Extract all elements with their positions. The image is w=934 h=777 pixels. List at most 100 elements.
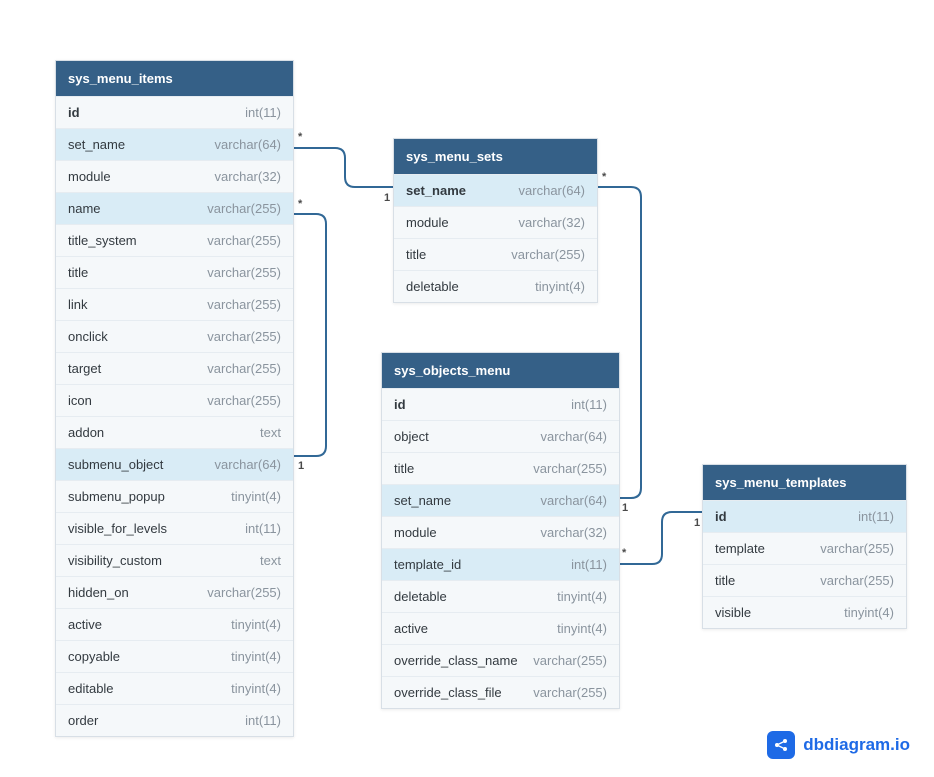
table-row: modulevarchar(32): [382, 516, 619, 548]
column-name: visible_for_levels: [68, 521, 167, 536]
column-type: varchar(255): [207, 393, 281, 408]
table-row: set_name varchar(64): [382, 484, 619, 516]
column-name: title: [715, 573, 735, 588]
card-one-3: 1: [622, 502, 628, 514]
column-type: varchar(64): [215, 137, 281, 152]
table-sys-objects-menu: sys_objects_menu id int(11) object varchar(…: [381, 352, 620, 709]
table-row: override_class_file varchar(255): [382, 676, 619, 708]
column-name: template_id: [394, 557, 461, 572]
column-type: tinyint(4): [535, 279, 585, 294]
table-row: copyabletinyint(4): [56, 640, 293, 672]
column-type: varchar(255): [820, 573, 894, 588]
table-row: visibletinyint(4): [703, 596, 906, 628]
column-type: tinyint(4): [231, 681, 281, 696]
column-name: visibility_custom: [68, 553, 162, 568]
column-type: varchar(64): [215, 457, 281, 472]
column-name: name: [68, 201, 101, 216]
column-name: id: [715, 509, 727, 524]
column-name: set_name: [68, 137, 125, 152]
column-type: int(11): [245, 105, 281, 120]
table-row: title varchar(255): [382, 452, 619, 484]
column-name: addon: [68, 425, 104, 440]
column-name: id: [394, 397, 406, 412]
column-name: title_system: [68, 233, 137, 248]
column-name: submenu_popup: [68, 489, 165, 504]
column-type: varchar(255): [533, 461, 607, 476]
column-type: tinyint(4): [557, 621, 607, 636]
table-row: iconvarchar(255): [56, 384, 293, 416]
table-row: orderint(11): [56, 704, 293, 736]
table-body: id int(11) object varchar(64) title varchar(2…: [382, 388, 619, 708]
column-type: int(11): [571, 397, 607, 412]
column-type: varchar(255): [207, 265, 281, 280]
table-body: id int(11) template varchar(255) title varcha…: [703, 500, 906, 628]
column-name: title: [394, 461, 414, 476]
table-header: sys_menu_sets: [394, 139, 597, 174]
table-header: sys_menu_items: [56, 61, 293, 96]
table-sys-menu-sets: sys_menu_sets set_namevarchar(64)module v…: [393, 138, 598, 303]
column-type: varchar(64): [541, 493, 607, 508]
table-sys-menu-templates: sys_menu_templates id int(11) template varc…: [702, 464, 907, 629]
column-type: text: [260, 553, 281, 568]
column-type: tinyint(4): [557, 589, 607, 604]
card-one-4: 1: [694, 517, 700, 529]
column-name: hidden_on: [68, 585, 129, 600]
table-row: editable tinyint(4): [56, 672, 293, 704]
column-name: copyable: [68, 649, 120, 664]
card-star-2: *: [298, 198, 302, 210]
table-row: targetvarchar(255): [56, 352, 293, 384]
column-name: id: [68, 105, 80, 120]
table-row: addontext: [56, 416, 293, 448]
column-name: title: [68, 265, 88, 280]
table-header: sys_menu_templates: [703, 465, 906, 500]
column-type: varchar(255): [820, 541, 894, 556]
table-row: template varchar(255): [703, 532, 906, 564]
share-icon: [767, 731, 795, 759]
table-row: id int(11): [56, 96, 293, 128]
table-row: set_namevarchar(64): [394, 174, 597, 206]
column-type: tinyint(4): [231, 617, 281, 632]
brand: dbdiagram.io: [767, 731, 910, 759]
table-row: deletable tinyint(4): [394, 270, 597, 302]
table-body: id int(11) set_name varchar(64) module varcha…: [56, 96, 293, 736]
column-type: varchar(64): [541, 429, 607, 444]
column-type: varchar(32): [215, 169, 281, 184]
column-name: override_class_file: [394, 685, 502, 700]
column-name: editable: [68, 681, 114, 696]
table-header: sys_objects_menu: [382, 353, 619, 388]
table-row: deletabletinyint(4): [382, 580, 619, 612]
column-name: submenu_object: [68, 457, 163, 472]
table-row: object varchar(64): [382, 420, 619, 452]
card-star-1: *: [298, 131, 302, 143]
table-row: title_system varchar(255): [56, 224, 293, 256]
column-type: int(11): [245, 521, 281, 536]
column-name: module: [68, 169, 111, 184]
column-type: tinyint(4): [844, 605, 894, 620]
column-type: varchar(32): [519, 215, 585, 230]
column-type: varchar(255): [207, 329, 281, 344]
table-row: set_name varchar(64): [56, 128, 293, 160]
table-sys-menu-items: sys_menu_items id int(11) set_name varchar(…: [55, 60, 294, 737]
column-name: module: [406, 215, 449, 230]
column-name: template: [715, 541, 765, 556]
column-type: tinyint(4): [231, 489, 281, 504]
column-name: object: [394, 429, 429, 444]
column-name: deletable: [406, 279, 459, 294]
table-row: id int(11): [382, 388, 619, 420]
column-type: varchar(255): [207, 233, 281, 248]
column-type: int(11): [858, 509, 894, 524]
column-name: module: [394, 525, 437, 540]
column-name: target: [68, 361, 101, 376]
table-row: onclickvarchar(255): [56, 320, 293, 352]
column-type: varchar(255): [533, 685, 607, 700]
column-name: order: [68, 713, 98, 728]
column-name: title: [406, 247, 426, 262]
column-type: varchar(255): [511, 247, 585, 262]
column-type: varchar(255): [533, 653, 607, 668]
column-type: int(11): [571, 557, 607, 572]
table-row: activetinyint(4): [382, 612, 619, 644]
column-type: varchar(255): [207, 297, 281, 312]
table-row: linkvarchar(255): [56, 288, 293, 320]
table-row: title varchar(255): [56, 256, 293, 288]
column-name: set_name: [394, 493, 451, 508]
